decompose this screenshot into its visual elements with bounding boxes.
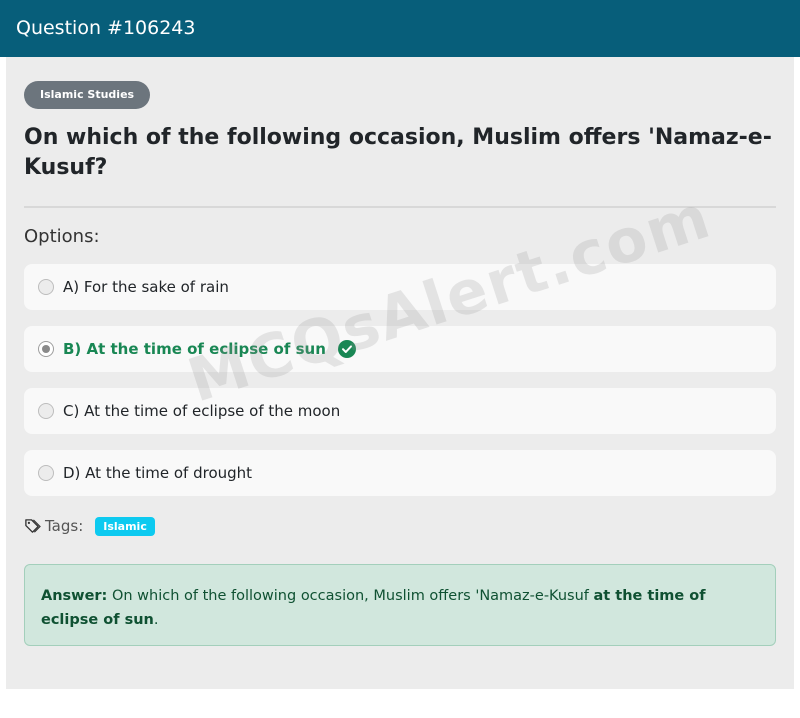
option-label: B) At the time of eclipse of sun: [63, 340, 326, 358]
radio-button[interactable]: [38, 465, 54, 481]
options-heading: Options:: [24, 226, 100, 247]
option-label: C) At the time of eclipse of the moon: [63, 402, 341, 420]
question-text: On which of the following occasion, Musl…: [24, 125, 772, 180]
option-d[interactable]: D) At the time of drought: [24, 450, 776, 496]
check-circle-icon: [337, 340, 356, 358]
question-number-title: Question #106243: [16, 17, 196, 39]
radio-button-selected[interactable]: [38, 341, 54, 357]
answer-prefix: Answer:: [41, 588, 108, 604]
answer-text: On which of the following occasion, Musl…: [107, 588, 594, 604]
option-c[interactable]: C) At the time of eclipse of the moon: [24, 388, 776, 434]
answer-box: Answer: On which of the following occasi…: [24, 564, 776, 646]
radio-button[interactable]: [38, 279, 54, 295]
tags-icon: [25, 518, 41, 533]
divider: [24, 206, 776, 208]
option-b[interactable]: B) At the time of eclipse of sun: [24, 326, 776, 372]
option-label: A) For the sake of rain: [63, 278, 229, 296]
radio-button[interactable]: [38, 403, 54, 419]
page-header: Question #106243: [0, 0, 800, 57]
option-label: D) At the time of drought: [63, 464, 253, 482]
option-a[interactable]: A) For the sake of rain: [24, 264, 776, 310]
tags-row: Tags: Islamic: [24, 514, 155, 538]
category-badge[interactable]: Islamic Studies: [24, 81, 151, 109]
tags-label: Tags:: [45, 517, 84, 535]
tag-islamic[interactable]: Islamic: [95, 516, 155, 536]
answer-suffix: .: [153, 612, 159, 628]
